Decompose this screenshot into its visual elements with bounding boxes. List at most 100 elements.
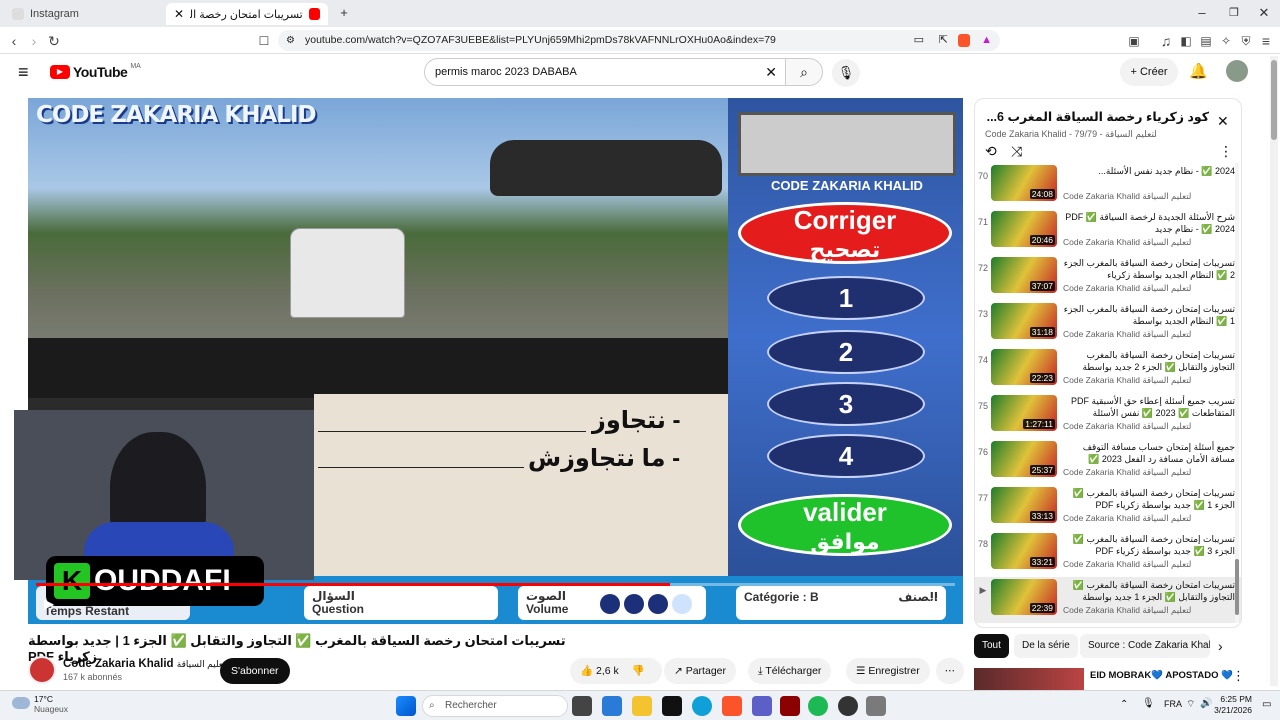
valider-button[interactable]: valider موافق	[738, 494, 952, 556]
tab-youtube[interactable]: تسريبات امتحان رخصة السياقة بالمغ ✕	[166, 3, 328, 25]
taskbar-search[interactable]: ⌕ Rechercher	[422, 695, 568, 717]
like-icon[interactable]: 👍	[580, 665, 593, 677]
chip-all[interactable]: Tout	[974, 634, 1009, 658]
brave-shield-icon[interactable]	[958, 34, 970, 47]
edge-icon[interactable]	[692, 696, 712, 716]
youtube-logo[interactable]: ▶ YouTube MA	[50, 63, 141, 80]
video-progress-bar[interactable]	[36, 583, 955, 586]
like-count[interactable]: 2,6 k	[596, 665, 619, 677]
next-video-title[interactable]: EID MOBRAK💙 APOSTADO 💙	[1090, 670, 1233, 681]
site-info-icon[interactable]: ⚙	[286, 30, 295, 51]
new-tab-icon[interactable]: +	[334, 4, 354, 22]
spotify-icon[interactable]	[808, 696, 828, 716]
bookmark-icon[interactable]: ☐	[254, 31, 274, 51]
more-actions-icon[interactable]: ⋯	[936, 658, 964, 684]
brave-icon[interactable]	[722, 696, 742, 716]
play-icon[interactable]: ▶	[44, 596, 54, 612]
page-scrollbar[interactable]	[1270, 56, 1278, 686]
corriger-button[interactable]: Corriger تصحيح	[738, 202, 952, 264]
menu-icon[interactable]: ≡	[1256, 31, 1276, 51]
vpn-icon[interactable]: ⛨	[1236, 31, 1256, 51]
tidal-icon[interactable]	[662, 696, 682, 716]
app-icon[interactable]	[602, 696, 622, 716]
option-1-button[interactable]: 1	[767, 276, 925, 320]
playlist-scroll-thumb[interactable]	[1235, 559, 1239, 615]
playlist-item[interactable]: 71 20:46 شرح الأسئلة الجديدة لرخصة السيا…	[975, 209, 1241, 255]
file-explorer-icon[interactable]	[632, 696, 652, 716]
page-scroll-thumb[interactable]	[1271, 60, 1277, 140]
close-tab-icon[interactable]: ✕	[174, 7, 184, 21]
app-icon[interactable]	[780, 696, 800, 716]
loop-icon[interactable]: ⟲	[985, 143, 997, 160]
chips-next-icon[interactable]: ›	[1218, 638, 1223, 654]
weather-widget[interactable]: 17°C Nuageux	[34, 694, 68, 714]
channel-name-row[interactable]: Code Zakaria Khalid لتعليم السياقة	[63, 658, 229, 670]
minimize-icon[interactable]: –	[1192, 4, 1212, 22]
youtube-favicon-icon	[308, 8, 320, 20]
playlist-item[interactable]: 77 33:13 تسريبات إمتحان رخصة السياقة بال…	[975, 485, 1241, 531]
chip-series[interactable]: De la série	[1014, 634, 1078, 658]
channel-avatar[interactable]	[28, 656, 56, 684]
playlist-item[interactable]: 75 1:27:11 تسريب جميع أسئلة إعطاء حق الأ…	[975, 393, 1241, 439]
reload-icon[interactable]: ↻	[44, 31, 64, 51]
playlist-item[interactable]: 72 37:07 تسريبات إمتحان رخصة السياقة بال…	[975, 255, 1241, 301]
notifications-bell-icon[interactable]: 🔔	[1189, 62, 1208, 80]
teams-icon[interactable]	[752, 696, 772, 716]
playlist-more-icon[interactable]: ⋮	[1219, 143, 1233, 160]
chip-source[interactable]: Source : Code Zakaria Khali	[1080, 634, 1210, 658]
settings-icon[interactable]	[866, 696, 886, 716]
task-view-icon[interactable]	[572, 696, 592, 716]
option-3-button[interactable]: 3	[767, 382, 925, 426]
playlist-scrollbar[interactable]	[1235, 163, 1239, 623]
windows-start-icon[interactable]	[396, 696, 416, 716]
tray-chevron-icon[interactable]: ⌃	[1120, 699, 1128, 710]
shuffle-icon[interactable]: ⤨	[1011, 143, 1022, 160]
dislike-icon[interactable]: 👎	[632, 665, 645, 677]
search-input[interactable]: permis maroc 2023 DABABA ✕	[424, 58, 786, 86]
share-button[interactable]: ↗ Partager	[664, 658, 736, 684]
avatar[interactable]	[1226, 60, 1248, 82]
clock[interactable]: 6:25 PM 3/21/2026	[1206, 694, 1252, 716]
playlist-item-current[interactable]: ▶ 22:39 تسريبات امتحان رخصة السياقة بالم…	[975, 577, 1241, 623]
sidebar-icon[interactable]: ◧	[1176, 31, 1196, 51]
download-button[interactable]: ⤓ Télécharger	[748, 658, 832, 684]
save-button[interactable]: ☰ Enregistrer	[846, 658, 930, 684]
hamburger-menu-icon[interactable]: ≡	[18, 62, 29, 83]
cast-icon[interactable]: ▭	[914, 30, 924, 51]
subscribe-button[interactable]: S'abonner	[220, 658, 290, 684]
weather-cloud-icon[interactable]	[12, 697, 30, 709]
forward-icon[interactable]: ›	[24, 31, 44, 51]
brave-rewards-icon[interactable]: ▲	[981, 30, 992, 51]
back-icon[interactable]: ‹	[4, 31, 24, 51]
obs-icon[interactable]	[838, 696, 858, 716]
playlist-item[interactable]: 76 25:37 جميع أسئلة إمتحان حساب مسافة ال…	[975, 439, 1241, 485]
share-icon[interactable]: ⇱	[939, 30, 948, 51]
maximize-icon[interactable]: ❐	[1224, 4, 1244, 22]
clear-search-icon[interactable]: ✕	[765, 59, 777, 85]
playlist-item[interactable]: 70 24:08 2024 ✅ - نظام جديد نفس الأسئلة.…	[975, 163, 1241, 209]
music-icon[interactable]: ♫	[1156, 31, 1176, 51]
search-button[interactable]: ⌕	[785, 58, 823, 86]
mic-tray-icon[interactable]: 🎙	[1142, 698, 1155, 709]
fullscreen-icon[interactable]: ⛶	[930, 596, 938, 611]
wallet-icon[interactable]: ▤	[1196, 31, 1216, 51]
playlist-item[interactable]: 73 31:18 تسريبات إمتحان رخصة السياقة بال…	[975, 301, 1241, 347]
notification-center-icon[interactable]: ▭	[1262, 699, 1271, 710]
playlist-item-channel-ar: لتعليم السياقة	[1142, 329, 1192, 339]
language-indicator[interactable]: FRA	[1164, 699, 1182, 709]
option-2-button[interactable]: 2	[767, 330, 925, 374]
playlist-item[interactable]: 78 33:21 تسريبات إمتحان رخصة السياقة بال…	[975, 531, 1241, 577]
leo-ai-icon[interactable]: ✧	[1216, 31, 1236, 51]
wifi-icon[interactable]: ⌔	[1186, 698, 1195, 711]
close-window-icon[interactable]: ✕	[1254, 4, 1274, 22]
close-playlist-icon[interactable]: ✕	[1217, 113, 1229, 130]
next-video-more-icon[interactable]: ⋮	[1232, 668, 1245, 684]
reader-icon[interactable]: ▣	[1124, 31, 1144, 51]
playlist-item[interactable]: 74 22:23 تسريبات إمتحان رخصة السياقة بال…	[975, 347, 1241, 393]
voice-search-icon[interactable]: 🎙	[832, 59, 860, 87]
option-4-button[interactable]: 4	[767, 434, 925, 478]
tab-instagram[interactable]: Instagram	[4, 3, 164, 25]
next-video-thumbnail[interactable]	[974, 668, 1084, 690]
address-bar[interactable]: ⚙ youtube.com/watch?v=QZO7AF3UEBE&list=P…	[278, 30, 1000, 51]
create-button[interactable]: + Créer	[1120, 58, 1178, 86]
